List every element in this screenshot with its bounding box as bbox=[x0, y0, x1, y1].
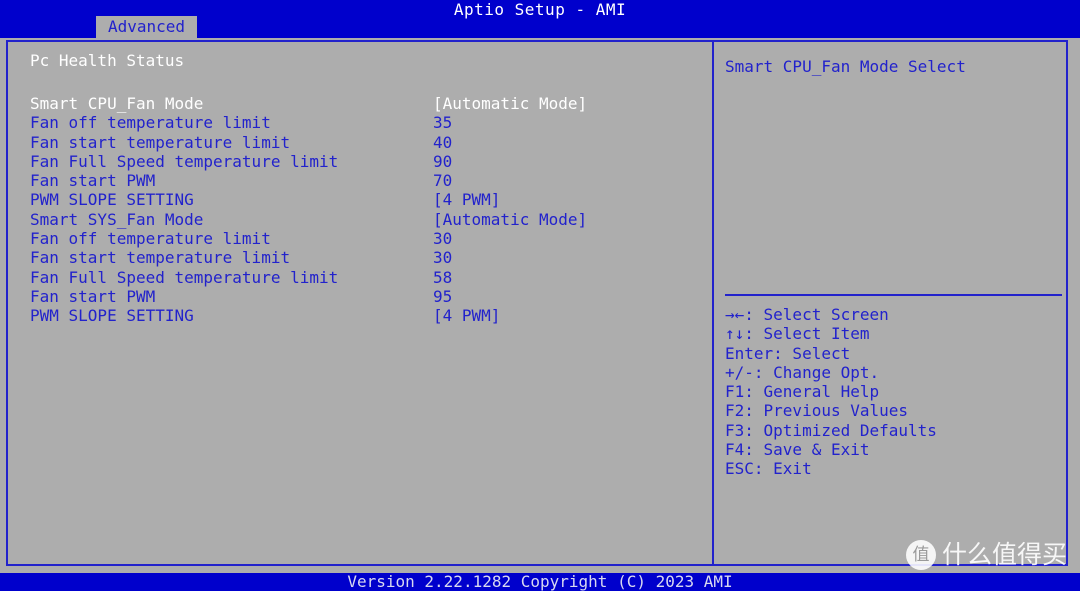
setting-label: Fan Full Speed temperature limit bbox=[30, 267, 339, 287]
section-heading: Pc Health Status bbox=[30, 51, 185, 70]
setting-value[interactable]: 35 bbox=[433, 113, 452, 132]
setting-value[interactable]: 90 bbox=[433, 152, 452, 171]
version-text: Version 2.22.1282 Copyright (C) 2023 AMI bbox=[347, 572, 733, 591]
settings-panel: Pc Health Status Smart CPU_Fan Mode [Auto… bbox=[8, 42, 712, 564]
setting-value[interactable]: 95 bbox=[433, 287, 452, 306]
key-legend-item: ESC: Exit bbox=[725, 459, 812, 479]
setting-label: Fan start PWM bbox=[30, 171, 156, 191]
key-legend-item: ↑↓: Select Item bbox=[725, 324, 870, 344]
setting-label: Fan start PWM bbox=[30, 286, 156, 306]
footer-bar: Version 2.22.1282 Copyright (C) 2023 AMI bbox=[0, 573, 1080, 591]
key-legend-item: F1: General Help bbox=[725, 382, 880, 402]
setting-row[interactable]: PWM SLOPE SETTING [4 PWM] bbox=[8, 190, 712, 209]
setting-row[interactable]: Fan off temperature limit 35 bbox=[8, 113, 712, 132]
help-description: Smart CPU_Fan Mode Select bbox=[725, 57, 966, 76]
setting-label: PWM SLOPE SETTING bbox=[30, 190, 194, 210]
setting-value[interactable]: 30 bbox=[433, 229, 452, 248]
setting-row[interactable]: Fan start PWM 70 bbox=[8, 171, 712, 190]
setting-row[interactable]: Fan start temperature limit 30 bbox=[8, 248, 712, 267]
setting-row[interactable]: Smart SYS_Fan Mode [Automatic Mode] bbox=[8, 210, 712, 229]
setting-value[interactable]: 30 bbox=[433, 248, 452, 267]
help-divider bbox=[725, 294, 1062, 296]
setting-label: Fan start temperature limit bbox=[30, 248, 291, 268]
setting-row[interactable]: Fan start PWM 95 bbox=[8, 287, 712, 306]
key-legend-item: Enter: Select bbox=[725, 343, 851, 363]
setting-value[interactable]: 40 bbox=[433, 133, 452, 152]
title-bar: Aptio Setup - AMI Advanced bbox=[0, 0, 1080, 38]
setting-row[interactable]: Fan off temperature limit 30 bbox=[8, 229, 712, 248]
key-legend-item: F4: Save & Exit bbox=[725, 440, 870, 460]
setting-value[interactable]: [4 PWM] bbox=[433, 306, 500, 325]
setting-label: Fan start temperature limit bbox=[30, 132, 291, 152]
setting-label: PWM SLOPE SETTING bbox=[30, 306, 194, 326]
setting-value[interactable]: [Automatic Mode] bbox=[433, 94, 587, 113]
setting-label: Fan Full Speed temperature limit bbox=[30, 151, 339, 171]
key-legend-item: F3: Optimized Defaults bbox=[725, 420, 937, 440]
key-legend-item: +/-: Change Opt. bbox=[725, 362, 880, 382]
panel-divider bbox=[712, 40, 714, 566]
key-legend: →←: Select Screen ↑↓: Select Item Enter: S… bbox=[725, 305, 1062, 479]
setting-label: Fan off temperature limit bbox=[30, 229, 271, 249]
setting-label: Smart CPU_Fan Mode bbox=[30, 94, 204, 113]
settings-list: Smart CPU_Fan Mode [Automatic Mode] Fan of… bbox=[8, 94, 712, 326]
setting-row[interactable]: Fan Full Speed temperature limit 58 bbox=[8, 268, 712, 287]
key-legend-item: F2: Previous Values bbox=[725, 401, 909, 421]
setting-row[interactable]: Fan Full Speed temperature limit 90 bbox=[8, 152, 712, 171]
setting-value[interactable]: 58 bbox=[433, 268, 452, 287]
setting-label: Smart SYS_Fan Mode bbox=[30, 209, 204, 229]
setting-row[interactable]: Fan start temperature limit 40 bbox=[8, 133, 712, 152]
setting-value[interactable]: [Automatic Mode] bbox=[433, 210, 587, 229]
bios-setup-screen: Aptio Setup - AMI Advanced Pc Health Sta… bbox=[0, 0, 1080, 591]
setting-label: Fan off temperature limit bbox=[30, 113, 271, 133]
tab-strip: Advanced bbox=[0, 16, 1080, 38]
setting-value[interactable]: 70 bbox=[433, 171, 452, 190]
key-legend-item: →←: Select Screen bbox=[725, 305, 889, 324]
setting-value[interactable]: [4 PWM] bbox=[433, 190, 500, 209]
help-panel: Smart CPU_Fan Mode Select →←: Select Scr… bbox=[716, 42, 1064, 564]
tab-advanced[interactable]: Advanced bbox=[96, 16, 198, 38]
setting-row[interactable]: Smart CPU_Fan Mode [Automatic Mode] bbox=[8, 94, 712, 113]
setting-row[interactable]: PWM SLOPE SETTING [4 PWM] bbox=[8, 306, 712, 325]
